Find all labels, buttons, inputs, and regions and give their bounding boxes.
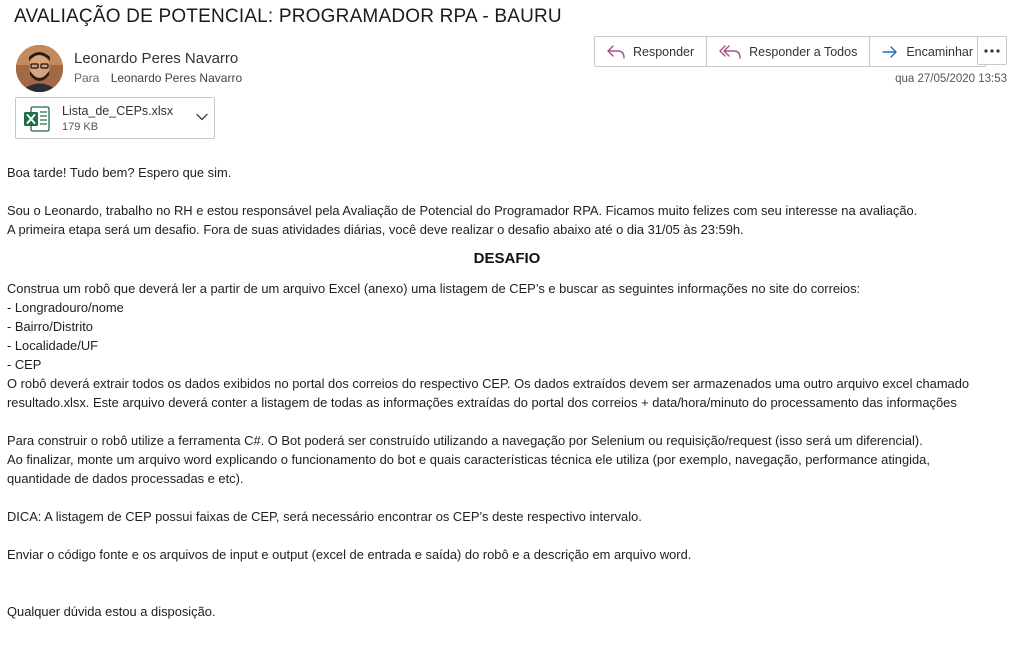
reply-all-icon	[719, 44, 741, 59]
closing-line: Qualquer dúvida estou a disposição.	[7, 604, 216, 619]
recipient-name[interactable]: Leonardo Peres Navarro	[111, 71, 242, 85]
more-actions-button[interactable]	[977, 36, 1007, 65]
sent-date: qua 27/05/2020 13:53	[895, 73, 1007, 85]
forward-button[interactable]: Encaminhar	[870, 37, 985, 66]
reply-icon	[607, 44, 625, 59]
greeting: Boa tarde! Tudo bem? Espero que sim.	[7, 165, 232, 180]
reply-label: Responder	[633, 44, 695, 59]
sender-avatar[interactable]	[16, 45, 63, 92]
attachment-name: Lista_de_CEPs.xlsx	[62, 104, 174, 118]
reply-all-button[interactable]: Responder a Todos	[707, 37, 871, 66]
word-paragraph-line: quantidade de dados processadas e etc).	[7, 471, 244, 486]
reply-all-label: Responder a Todos	[749, 44, 858, 59]
message-actions: Responder Responder a Todos Encaminhar	[594, 36, 987, 67]
excel-icon	[24, 106, 50, 132]
forward-arrow-icon	[882, 45, 898, 58]
tool-paragraph: Para construir o robô utilize a ferramen…	[7, 433, 923, 448]
reply-button[interactable]: Responder	[595, 37, 708, 66]
extract-paragraph-line: resultado.xlsx. Este arquivo deverá cont…	[7, 395, 957, 410]
sender-name[interactable]: Leonardo Peres Navarro	[74, 50, 238, 67]
attachment-card[interactable]: Lista_de_CEPs.xlsx 179 KB	[15, 97, 215, 139]
list-item: - Localidade/UF	[7, 338, 98, 353]
avatar-photo	[16, 45, 63, 92]
task-paragraph: Construa um robô que deverá ler a partir…	[7, 281, 861, 296]
intro-paragraph-line: Sou o Leonardo, trabalho no RH e estou r…	[7, 203, 918, 218]
tip-paragraph: DICA: A listagem de CEP possui faixas de…	[7, 509, 642, 524]
intro-paragraph-line: A primeira etapa será um desafio. Fora d…	[7, 222, 744, 237]
recipient-line: Para Leonardo Peres Navarro	[74, 71, 242, 85]
attachment-size: 179 KB	[62, 121, 99, 133]
word-paragraph-line: Ao finalizar, monte um arquivo word expl…	[7, 452, 930, 467]
list-item: - CEP	[7, 357, 42, 372]
message-body: Boa tarde! Tudo bem? Espero que sim. Sou…	[7, 163, 1007, 621]
send-paragraph: Enviar o código fonte e os arquivos de i…	[7, 547, 692, 562]
chevron-down-icon[interactable]	[196, 113, 208, 121]
list-item: - Bairro/Distrito	[7, 319, 93, 334]
extract-paragraph-line: O robô deverá extrair todos os dados exi…	[7, 376, 970, 391]
list-item: - Longradouro/nome	[7, 300, 124, 315]
forward-label: Encaminhar	[906, 44, 974, 59]
email-subject: AVALIAÇÃO DE POTENCIAL: PROGRAMADOR RPA …	[14, 6, 562, 27]
challenge-heading: DESAFIO	[473, 250, 541, 267]
to-label: Para	[74, 71, 100, 85]
ellipsis-icon	[984, 48, 1000, 53]
